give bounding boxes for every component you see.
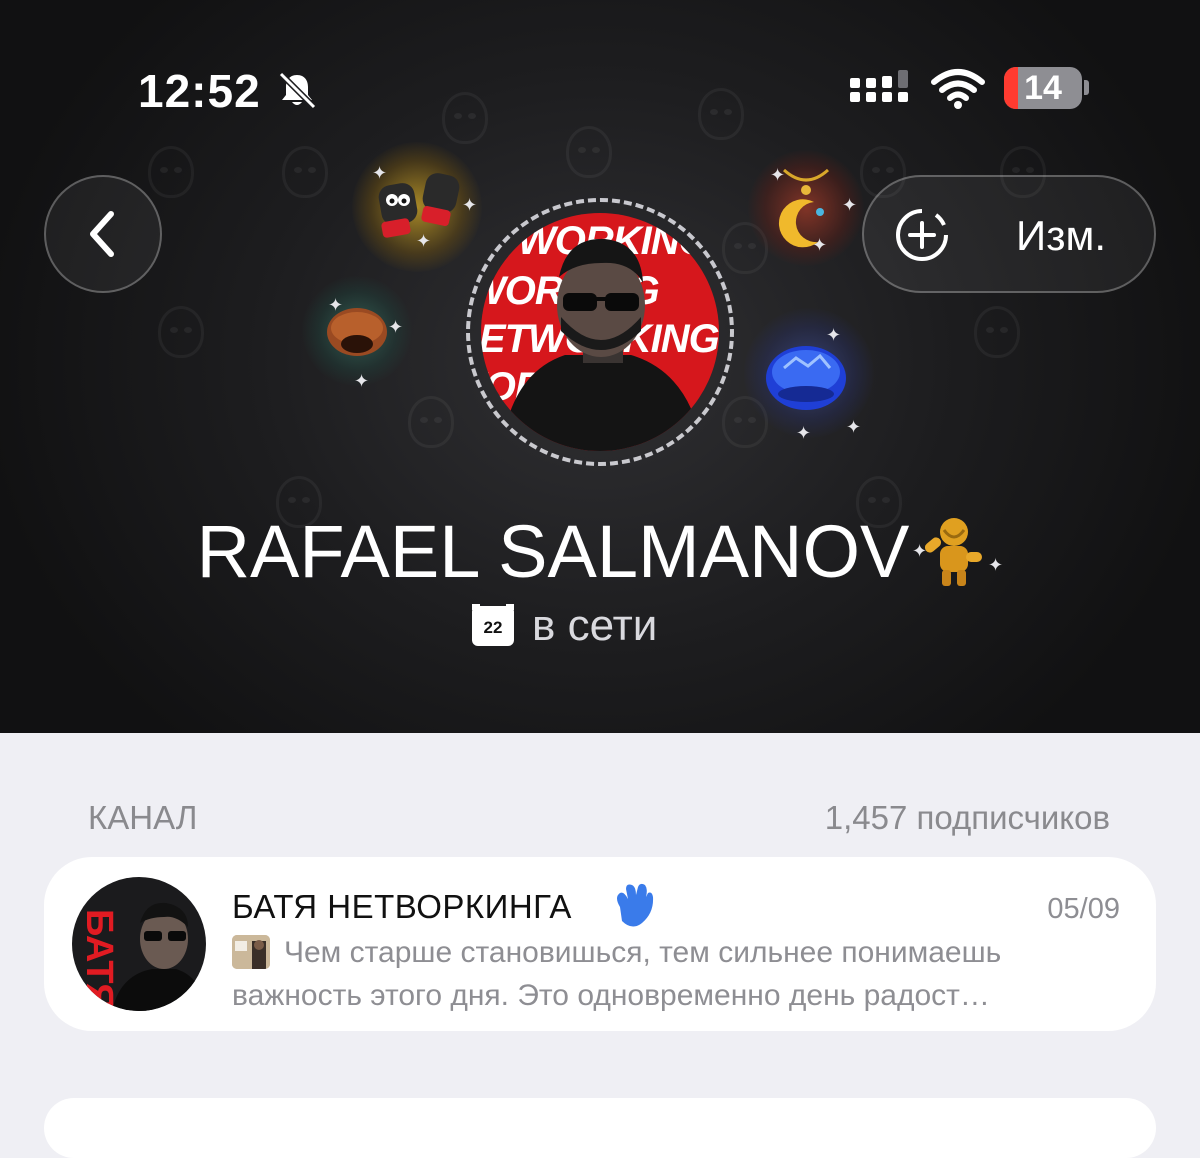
edit-label: Изм. [1016,212,1106,259]
pattern-face-icon [698,88,744,140]
sparkle-icon: ✦ [354,371,370,391]
profile-name-text: RAFAEL SALMANOV [196,510,910,593]
sparkle-icon: ✦ [842,195,858,215]
pattern-face-icon [158,306,204,358]
sparkle-icon: ✦ [770,165,786,185]
channel-title: БАТЯ НЕТВОРКИНГА [232,888,572,925]
wifi-icon [931,69,985,109]
pattern-face-icon [408,396,454,448]
channel-avatar: БАТЯ [72,877,206,1011]
sparkle-icon: ✦ [328,295,344,315]
chevron-left-icon [90,211,114,257]
channel-preview: Чем старше становишься, тем сильнее пони… [232,936,1002,1012]
online-status: в сети [532,601,658,650]
sparkle-icon: ✦ [812,235,828,255]
status-time: 12:52 [138,65,261,117]
battery-icon: 14 [1004,67,1082,109]
battery-cap [1084,80,1089,95]
channel-avatar-photo [112,902,206,1011]
subscriber-count: 1,457 подписчиков [824,799,1110,836]
next-card [44,1098,1156,1158]
golden-figure-icon[interactable] [910,510,990,590]
profile-name: RAFAEL SALMANOV [0,512,1200,592]
pattern-face-icon [974,306,1020,358]
sparkle-icon: ✦ [462,195,478,215]
channel-date: 05/09 [1047,893,1120,925]
calendar-badge-icon: 22 [472,604,514,646]
sparkle-icon: ✦ [796,423,812,443]
avatar[interactable]: NETWORKING NETWORKING NETWORKING NETWORK… [481,213,719,451]
waving-hand-icon [617,883,654,927]
channel-card[interactable]: БАТЯ БАТЯ НЕТВОРКИНГА 05/09 Чем старше с… [44,857,1156,1031]
person-photo [501,238,703,451]
sparkle-icon: ✦ [416,231,432,251]
profile-header: 12:52 14 Изм. ✦ ✦ ✦ ✦ ✦ ✦ ✦ ✦ ✦ ✦ ✦ ✦ ✦ … [0,0,1200,733]
channel-section-label: КАНАЛ [88,799,198,836]
calendar-badge-tabs [472,604,514,610]
sparkle-icon: ✦ [388,317,404,337]
add-circle-dashed-icon [896,209,948,261]
pattern-face-icon [566,126,612,178]
bell-slash-icon [278,71,317,110]
pattern-face-icon [282,146,328,198]
pattern-face-icon [442,92,488,144]
calendar-badge-number: 22 [483,618,503,637]
sparkle-icon: ✦ [846,417,862,437]
pattern-face-icon [148,146,194,198]
sparkle-icon: ✦ [372,163,388,183]
cellular-signal-icon [850,70,908,102]
sparkle-icon: ✦ [826,325,842,345]
back-button[interactable] [44,175,162,293]
battery-level: 14 [1024,69,1062,107]
edit-button[interactable]: Изм. [862,175,1156,293]
